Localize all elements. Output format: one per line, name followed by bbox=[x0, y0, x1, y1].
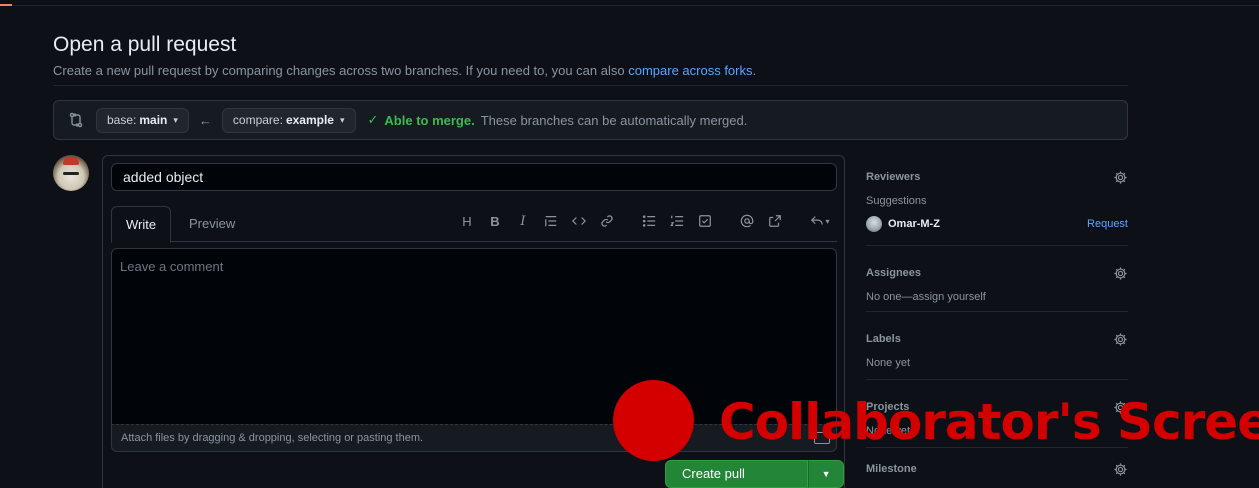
ol-svg bbox=[670, 215, 684, 226]
milestone-title: Milestone bbox=[866, 463, 917, 475]
mention-svg bbox=[740, 214, 754, 228]
task-svg bbox=[699, 215, 711, 227]
page-header: Open a pull request Create a new pull re… bbox=[53, 33, 1128, 78]
git-compare-icon bbox=[69, 112, 83, 128]
attach-hint: Attach files by dragging & dropping, sel… bbox=[121, 432, 424, 444]
active-tab-underline bbox=[0, 4, 12, 6]
code-icon[interactable] bbox=[565, 207, 593, 235]
gear-icon[interactable] bbox=[1113, 266, 1128, 281]
milestone-section: Milestone bbox=[866, 448, 1128, 488]
assignees-title: Assignees bbox=[866, 267, 922, 279]
reply-icon[interactable]: ▾ bbox=[803, 207, 837, 235]
task-list-icon[interactable] bbox=[691, 207, 719, 235]
branch-range-selector: base: main ▾ ← compare: example ▾ ✓ Able… bbox=[53, 100, 1128, 140]
compare-branch-select[interactable]: compare: example ▾ bbox=[221, 107, 356, 133]
tab-write[interactable]: Write bbox=[111, 206, 172, 243]
subtitle-end: . bbox=[752, 63, 757, 78]
labels-title: Labels bbox=[866, 333, 901, 345]
page-title: Open a pull request bbox=[53, 33, 237, 56]
arrow-left-icon: ← bbox=[198, 112, 212, 128]
cross-reference-icon[interactable] bbox=[761, 207, 789, 235]
compare-branch-name: example bbox=[285, 113, 334, 127]
caret-down-icon: ▾ bbox=[173, 114, 178, 125]
assign-yourself-link[interactable]: No one—assign yourself bbox=[866, 291, 1128, 303]
reviewer-name: Omar-M-Z bbox=[888, 218, 940, 230]
compare-prefix: compare: bbox=[232, 113, 283, 127]
ul-svg bbox=[642, 215, 656, 227]
gear-icon[interactable] bbox=[1113, 170, 1128, 185]
bold-icon[interactable]: B bbox=[481, 207, 509, 235]
suggested-reviewer: Omar-M-Z Request bbox=[866, 216, 1128, 232]
caret-down-icon: ▾ bbox=[825, 216, 830, 226]
top-navbar-edge bbox=[0, 0, 1259, 6]
avatar-sunglasses bbox=[63, 172, 79, 175]
user-avatar[interactable] bbox=[53, 155, 89, 191]
link-svg bbox=[601, 215, 613, 227]
labels-section: Labels None yet bbox=[866, 312, 1128, 380]
quote-svg bbox=[545, 216, 557, 227]
request-review-link[interactable]: Request bbox=[1087, 218, 1128, 230]
reviewers-section: Reviewers Suggestions Omar-M-Z Request bbox=[866, 168, 1128, 246]
avatar-hat bbox=[63, 157, 79, 165]
code-svg bbox=[572, 217, 586, 225]
merge-status-label: Able to merge. bbox=[384, 112, 475, 128]
italic-icon[interactable]: I bbox=[509, 207, 537, 235]
gear-icon[interactable] bbox=[1113, 462, 1128, 477]
heading-icon[interactable]: H bbox=[453, 207, 481, 235]
labels-value: None yet bbox=[866, 357, 911, 369]
recording-indicator-dot bbox=[613, 380, 694, 461]
reviewers-title: Reviewers bbox=[866, 171, 921, 183]
comment-placeholder: Leave a comment bbox=[120, 259, 224, 274]
unordered-list-icon[interactable] bbox=[635, 207, 663, 235]
subtitle-text: Create a new pull request by comparing c… bbox=[53, 63, 625, 78]
header-divider bbox=[53, 85, 1128, 86]
editor-tabs: Write Preview H B I ▾ bbox=[111, 206, 837, 243]
create-options-dropdown[interactable]: ▼ bbox=[808, 460, 844, 488]
base-branch-name: main bbox=[139, 113, 168, 127]
create-pull-request-split-button: Create pull request ▼ bbox=[665, 460, 844, 488]
page-subtitle: Create a new pull request by comparing c… bbox=[53, 63, 1128, 78]
reviewer-avatar bbox=[866, 216, 882, 232]
base-prefix: base: bbox=[107, 113, 137, 127]
check-icon: ✓ bbox=[367, 112, 379, 127]
markdown-toolbar: H B I ▾ bbox=[453, 206, 837, 236]
caret-down-icon: ▾ bbox=[339, 114, 345, 125]
bold-glyph: B bbox=[490, 213, 500, 229]
link-icon[interactable] bbox=[593, 207, 621, 235]
suggestions-label: Suggestions bbox=[866, 195, 927, 207]
merge-status: ✓ Able to merge. These branches can be a… bbox=[368, 112, 748, 128]
quote-icon[interactable] bbox=[537, 207, 565, 235]
compare-across-forks-link[interactable]: compare across forks bbox=[628, 63, 752, 78]
italic-glyph: I bbox=[520, 213, 526, 229]
merge-status-description: These branches can be automatically merg… bbox=[480, 112, 748, 128]
ordered-list-icon[interactable] bbox=[663, 207, 691, 235]
reply-svg bbox=[811, 216, 824, 225]
collaborator-screen-caption: Collaborator's Screen bbox=[719, 393, 1259, 451]
gear-icon[interactable] bbox=[1113, 332, 1128, 347]
create-pull-request-button[interactable]: Create pull request bbox=[665, 460, 809, 488]
tab-preview[interactable]: Preview bbox=[175, 206, 249, 242]
mention-icon[interactable] bbox=[733, 207, 761, 235]
pr-title-input[interactable] bbox=[111, 163, 837, 191]
assignees-section: Assignees No one—assign yourself bbox=[866, 246, 1128, 312]
base-branch-select[interactable]: base: main ▾ bbox=[96, 107, 189, 133]
caret-down-icon: ▼ bbox=[821, 469, 831, 479]
xref-svg bbox=[769, 215, 781, 227]
